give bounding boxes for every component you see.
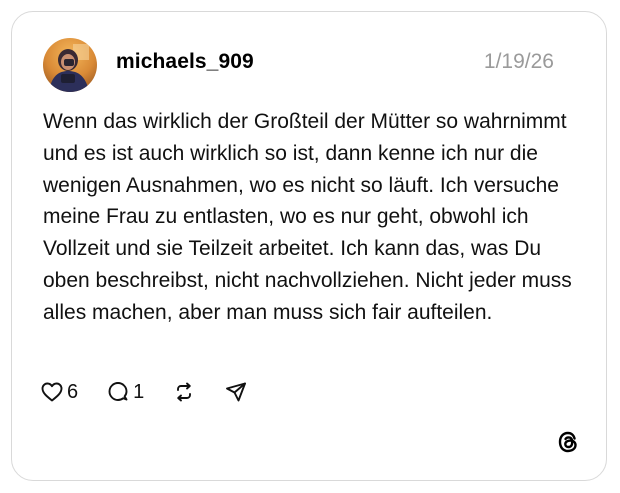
post-card: michaels_909 1/19/26 Wenn das wirklich d… (11, 11, 607, 481)
threads-logo-icon (555, 429, 581, 455)
avatar[interactable] (43, 38, 97, 92)
like-button[interactable]: 6 (40, 380, 78, 404)
send-icon (226, 382, 247, 402)
action-bar: 6 1 (40, 378, 268, 406)
post-date: 1/19/26 (483, 50, 554, 73)
post-body: Wenn das wirklich der Großteil der Mütte… (43, 110, 572, 324)
like-count: 6 (67, 380, 79, 403)
repost-icon (177, 382, 192, 402)
avatar-image (43, 38, 97, 92)
username[interactable]: michaels_909 (116, 50, 254, 74)
comment-bubble-icon (108, 382, 128, 401)
heart-icon (41, 382, 63, 402)
repost-button[interactable] (172, 380, 196, 404)
reply-button[interactable]: 1 (106, 380, 144, 404)
share-button[interactable] (224, 380, 248, 404)
reply-count: 1 (133, 380, 145, 403)
